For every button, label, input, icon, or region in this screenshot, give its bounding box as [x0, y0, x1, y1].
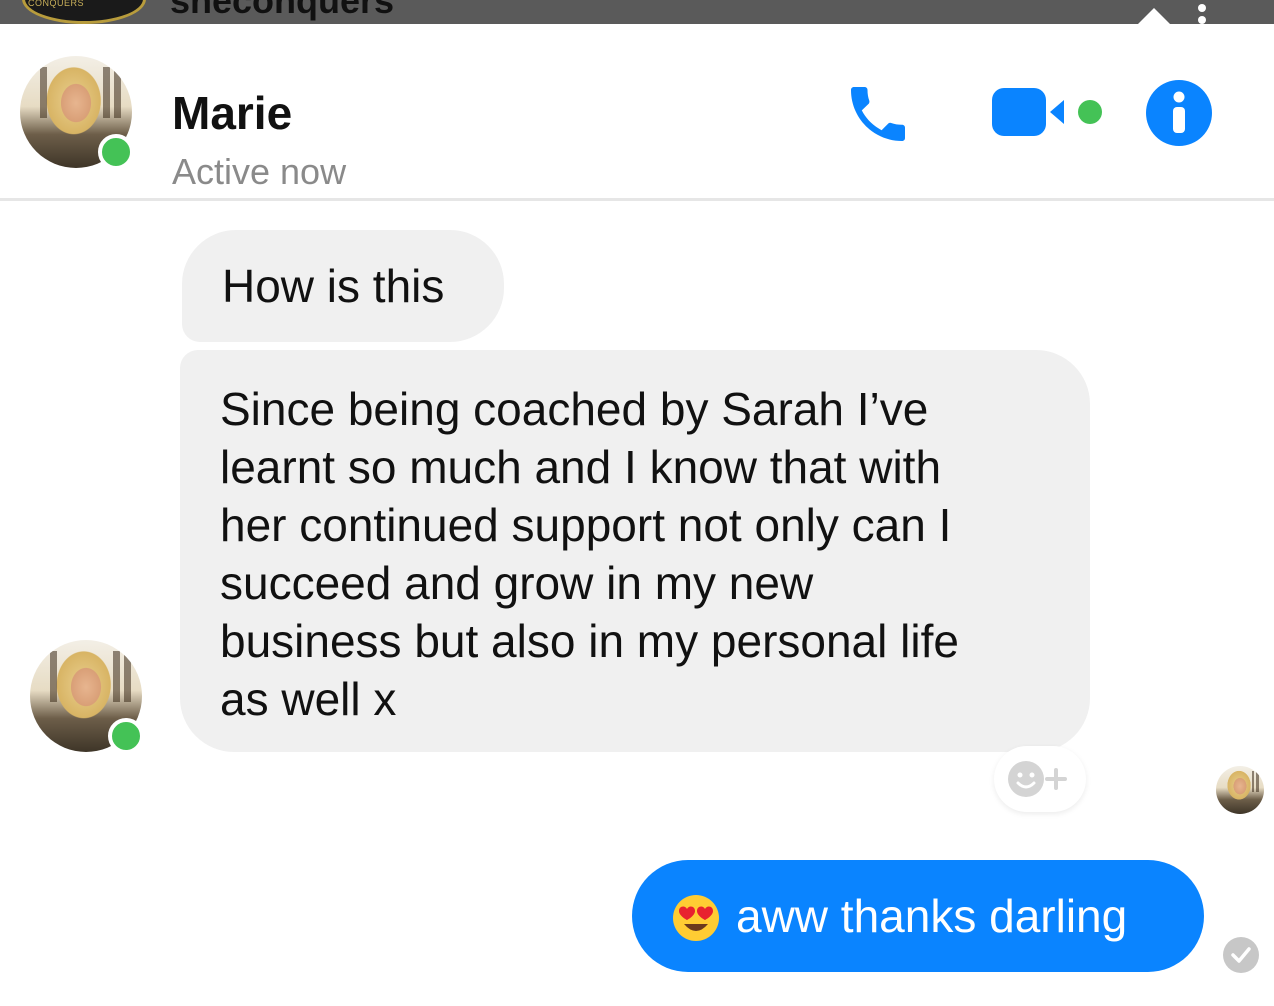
heart-eyes-emoji-icon: [673, 895, 719, 941]
online-indicator: [108, 718, 144, 754]
check-circle-icon: [1223, 937, 1259, 973]
account-handle: sheconquers: [170, 0, 395, 21]
add-reaction-icon: [1008, 761, 1067, 797]
message-bubble-incoming[interactable]: How is this: [182, 230, 504, 342]
header-divider: [0, 198, 1274, 201]
message-text: aww thanks darling: [736, 890, 1128, 942]
top-status-strip: CONQUERS sheconquers: [0, 0, 1274, 24]
add-reaction-button[interactable]: [994, 746, 1086, 812]
phone-icon[interactable]: [842, 78, 914, 150]
chat-header: Marie Active now: [0, 24, 1274, 198]
more-options-icon[interactable]: [1198, 4, 1208, 24]
video-camera-icon[interactable]: [990, 84, 1108, 140]
message-bubble-incoming[interactable]: Since being coached by Sarah I’ve learnt…: [180, 350, 1090, 752]
info-icon[interactable]: [1144, 78, 1214, 148]
menu-notch: [1138, 8, 1170, 24]
brand-badge-text: CONQUERS: [28, 0, 85, 8]
seen-avatar: [1216, 766, 1264, 814]
online-indicator: [98, 134, 134, 170]
presence-status: Active now: [172, 151, 347, 192]
message-bubble-outgoing[interactable]: aww thanks darling: [632, 860, 1204, 972]
contact-name[interactable]: Marie: [172, 86, 292, 140]
